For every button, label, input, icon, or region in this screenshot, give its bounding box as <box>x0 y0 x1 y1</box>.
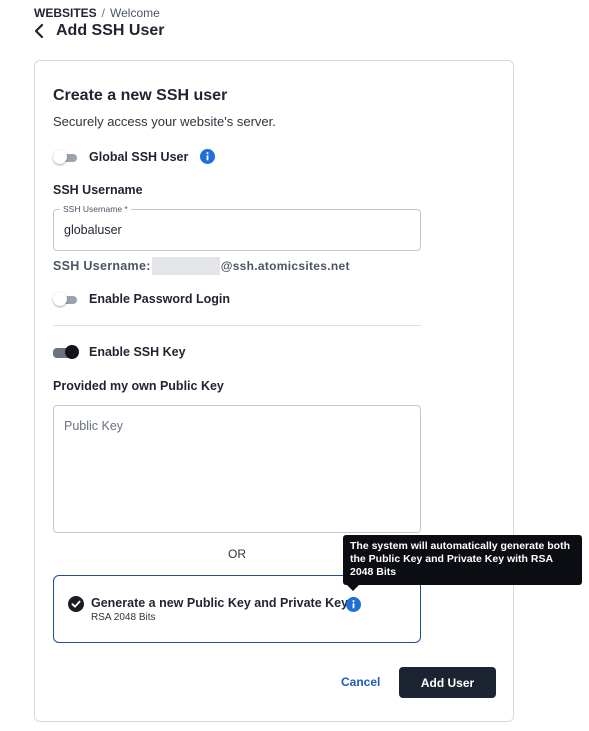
ssh-username-preview: SSH Username: @ssh.atomicsites.net <box>53 257 350 275</box>
ssh-username-preview-prefix: SSH Username: <box>53 259 151 273</box>
ssh-username-value[interactable]: globaluser <box>64 223 122 237</box>
ssh-username-field[interactable]: SSH Username * globaluser <box>53 204 421 251</box>
card-subtitle: Securely access your website's server. <box>53 114 276 129</box>
enable-password-login-toggle[interactable] <box>53 292 77 306</box>
ssh-username-field-label: SSH Username * <box>60 204 131 214</box>
public-key-placeholder: Public Key <box>64 419 124 433</box>
enable-password-login-row: Enable Password Login <box>53 292 230 306</box>
chevron-left-icon[interactable] <box>34 22 48 40</box>
add-user-button[interactable]: Add User <box>399 667 496 698</box>
breadcrumb-current[interactable]: Welcome <box>110 6 160 20</box>
check-circle-icon <box>68 596 84 612</box>
ssh-host: @ssh.atomicsites.net <box>220 259 350 273</box>
public-key-textarea[interactable]: Public Key <box>53 405 421 533</box>
generate-key-option[interactable]: Generate a new Public Key and Private Ke… <box>53 575 421 643</box>
tooltip-arrow <box>347 585 359 591</box>
ssh-user-form-card: Create a new SSH user Securely access yo… <box>34 60 514 722</box>
global-ssh-user-row: Global SSH User <box>53 149 216 164</box>
generate-key-title: Generate a new Public Key and Private Ke… <box>91 596 349 610</box>
info-icon[interactable] <box>200 149 216 164</box>
ssh-username-section-label: SSH Username <box>53 183 143 197</box>
page-title: Add SSH User <box>56 22 165 39</box>
breadcrumb-separator: / <box>101 6 106 20</box>
breadcrumb: WEBSITES / Welcome <box>34 6 160 20</box>
cancel-button[interactable]: Cancel <box>341 675 380 689</box>
redacted-username <box>151 257 220 275</box>
global-ssh-user-toggle[interactable] <box>53 149 77 164</box>
enable-password-login-label: Enable Password Login <box>89 292 230 306</box>
public-key-section-label: Provided my own Public Key <box>53 379 224 393</box>
divider <box>53 325 421 326</box>
enable-ssh-key-row: Enable SSH Key <box>53 345 186 359</box>
generate-key-subtitle: RSA 2048 Bits <box>91 612 156 623</box>
tooltip-text: The system will automatically generate b… <box>350 540 570 578</box>
global-ssh-user-label: Global SSH User <box>89 149 189 164</box>
card-title: Create a new SSH user <box>53 87 228 104</box>
generate-key-tooltip: The system will automatically generate b… <box>343 535 582 591</box>
page-header: Add SSH User <box>34 22 164 40</box>
info-icon[interactable] <box>346 597 361 612</box>
enable-ssh-key-label: Enable SSH Key <box>89 345 186 359</box>
breadcrumb-parent[interactable]: WEBSITES <box>34 6 97 20</box>
enable-ssh-key-toggle[interactable] <box>53 345 79 359</box>
